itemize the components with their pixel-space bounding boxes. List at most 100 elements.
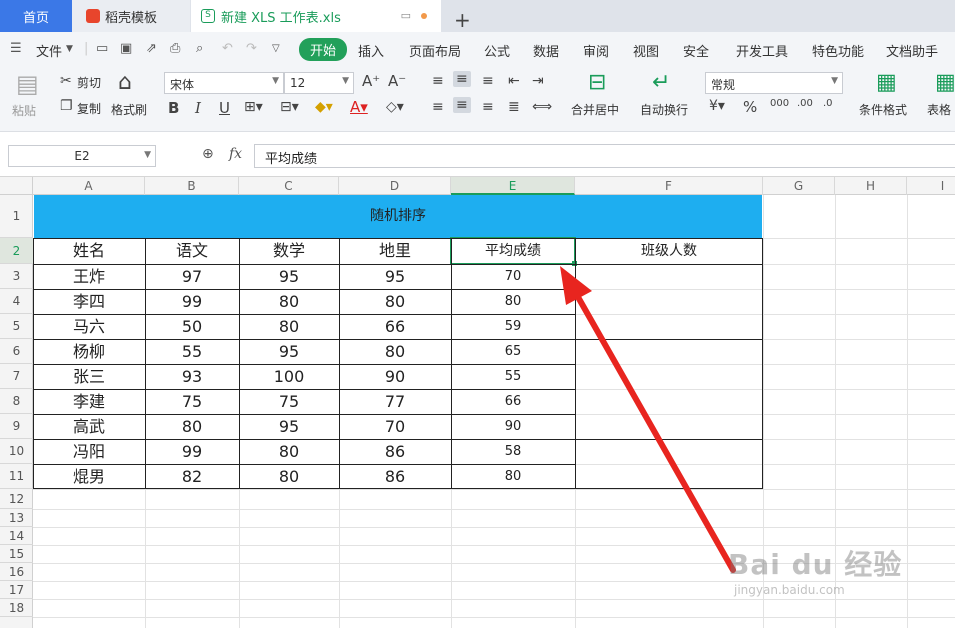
table-style-button[interactable]: 表格 (927, 101, 951, 118)
font-color-icon[interactable]: A▾ (350, 98, 368, 116)
scissors-icon[interactable]: ✂ (60, 73, 72, 89)
thousands-separator-icon[interactable]: 000 (770, 98, 789, 109)
menu-page-layout[interactable]: 页面布局 (409, 41, 461, 60)
row-header-2[interactable]: 2 (0, 238, 33, 264)
score-cell[interactable]: 77 (339, 389, 451, 414)
hamburger-icon[interactable]: ☰ (10, 41, 22, 56)
row-header-17[interactable]: 17 (0, 581, 33, 599)
header-cell[interactable]: 数学 (239, 238, 339, 264)
table-style-icon[interactable]: ▦ (935, 70, 955, 95)
score-cell[interactable]: 97 (145, 264, 239, 289)
align-middle-icon[interactable]: ≡ (453, 71, 471, 87)
name-cell[interactable]: 杨柳 (33, 339, 145, 364)
score-cell[interactable]: 80 (239, 464, 339, 489)
border-icon[interactable]: ⊞▾ (244, 99, 263, 115)
name-cell[interactable]: 冯阳 (33, 439, 145, 464)
score-cell[interactable]: 95 (239, 339, 339, 364)
align-center-icon[interactable]: ≡ (453, 97, 471, 113)
header-cell[interactable]: 姓名 (33, 238, 145, 264)
score-cell[interactable]: 80 (239, 314, 339, 339)
row-header-12[interactable]: 12 (0, 489, 33, 509)
tab-home[interactable]: 首页 (0, 0, 72, 32)
name-cell[interactable]: 马六 (33, 314, 145, 339)
print-preview-icon[interactable]: ⌕ (196, 41, 203, 56)
menu-formula[interactable]: 公式 (484, 41, 510, 60)
row-header-14[interactable]: 14 (0, 527, 33, 545)
score-cell[interactable]: 86 (339, 464, 451, 489)
score-cell[interactable]: 80 (451, 289, 575, 314)
table-title[interactable]: 随机排序 (34, 195, 762, 238)
name-box[interactable]: E2 ▼ (8, 145, 156, 167)
score-cell[interactable]: 59 (451, 314, 575, 339)
name-cell[interactable]: 张三 (33, 364, 145, 389)
menu-data[interactable]: 数据 (533, 41, 559, 60)
underline-icon[interactable]: U (219, 99, 230, 117)
menu-developer[interactable]: 开发工具 (736, 41, 788, 60)
row-header-3[interactable]: 3 (0, 264, 33, 289)
row-header-11[interactable]: 11 (0, 464, 33, 489)
redo-icon[interactable]: ↷ (246, 41, 257, 56)
row-header-16[interactable]: 16 (0, 563, 33, 581)
conditional-format-icon[interactable]: ▦ (876, 70, 897, 95)
select-all-corner[interactable] (0, 177, 33, 195)
currency-icon[interactable]: ¥▾ (709, 98, 725, 114)
menu-security[interactable]: 安全 (683, 41, 709, 60)
menu-view[interactable]: 视图 (633, 41, 659, 60)
tab-templates[interactable]: 稻壳模板 (72, 0, 190, 32)
header-cell[interactable]: 语文 (145, 238, 239, 264)
increase-decimal-icon[interactable]: .00 (797, 98, 813, 109)
cut-button[interactable]: 剪切 (77, 74, 101, 91)
score-cell[interactable]: 80 (451, 464, 575, 489)
column-header-f[interactable]: F (575, 177, 763, 195)
wrap-text-icon[interactable]: ↵ (652, 70, 670, 95)
score-cell[interactable]: 95 (239, 414, 339, 439)
chevron-down-icon[interactable]: ▼ (66, 44, 73, 54)
undo-icon[interactable]: ↶ (222, 41, 233, 56)
score-cell[interactable]: 86 (339, 439, 451, 464)
align-top-icon[interactable]: ≡ (432, 73, 444, 89)
merge-border-icon[interactable]: ⊟▾ (280, 99, 299, 115)
score-cell[interactable]: 80 (339, 339, 451, 364)
zoom-search-icon[interactable]: ⊕ (202, 146, 214, 162)
align-bottom-icon[interactable]: ≡ (482, 73, 494, 89)
score-cell[interactable]: 90 (451, 414, 575, 439)
distribute-icon[interactable]: ⟺ (532, 99, 552, 115)
menu-review[interactable]: 审阅 (583, 41, 609, 60)
score-cell[interactable]: 82 (145, 464, 239, 489)
score-cell[interactable]: 99 (145, 439, 239, 464)
wrap-text-button[interactable]: 自动换行 (640, 101, 688, 118)
column-header-g[interactable]: G (763, 177, 835, 195)
score-cell[interactable]: 95 (339, 264, 451, 289)
row-header-4[interactable]: 4 (0, 289, 33, 314)
customize-chevron-icon[interactable]: ▽ (272, 43, 280, 54)
column-header-a[interactable]: A (33, 177, 145, 195)
row-header-10[interactable]: 10 (0, 439, 33, 464)
paste-button[interactable]: 粘贴 (12, 102, 36, 119)
row-header-18[interactable]: 18 (0, 599, 33, 617)
fx-icon[interactable]: fx (229, 146, 242, 162)
name-cell[interactable]: 焜男 (33, 464, 145, 489)
score-cell[interactable]: 75 (145, 389, 239, 414)
fill-color-icon[interactable]: ◆▾ (315, 99, 333, 115)
menu-file[interactable]: 文件 (36, 41, 62, 60)
row-header-13[interactable]: 13 (0, 509, 33, 527)
row-header-15[interactable]: 15 (0, 545, 33, 563)
name-cell[interactable]: 王炸 (33, 264, 145, 289)
font-name-select[interactable]: 宋体 ▼ (164, 72, 284, 94)
formula-input[interactable]: 平均成绩 (254, 144, 955, 168)
score-cell[interactable]: 65 (451, 339, 575, 364)
justify-icon[interactable]: ≣ (508, 99, 520, 115)
score-cell[interactable]: 70 (339, 414, 451, 439)
font-size-select[interactable]: 12 ▼ (284, 72, 354, 94)
score-cell[interactable]: 99 (145, 289, 239, 314)
bold-icon[interactable]: B (168, 99, 179, 117)
menu-start[interactable]: 开始 (299, 38, 348, 61)
score-cell[interactable]: 80 (339, 289, 451, 314)
score-cell[interactable]: 55 (451, 364, 575, 389)
merge-center-button[interactable]: 合并居中 (571, 101, 619, 118)
paste-icon[interactable]: ▤ (16, 70, 39, 98)
align-right-icon[interactable]: ≡ (482, 99, 494, 115)
column-header-c[interactable]: C (239, 177, 339, 195)
format-painter-button[interactable]: 格式刷 (111, 101, 147, 118)
header-cell[interactable]: 地里 (339, 238, 451, 264)
